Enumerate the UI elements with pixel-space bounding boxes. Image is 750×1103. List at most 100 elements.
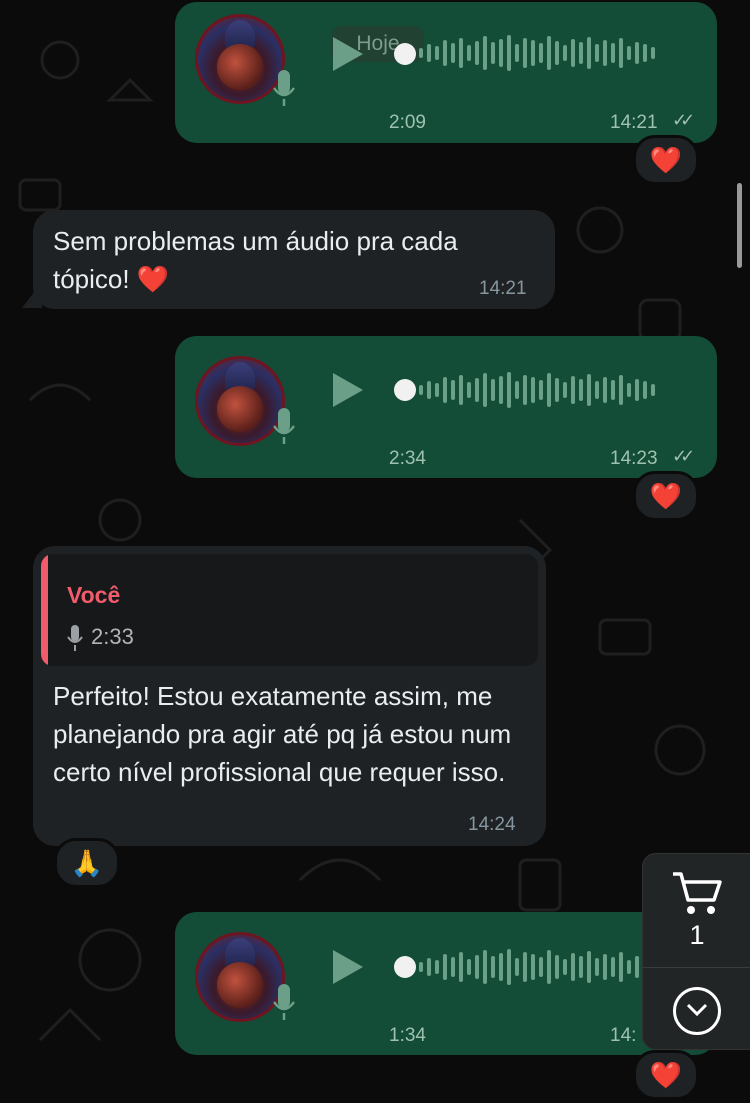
message-time: 14: [610,1025,637,1046]
waveform-bar [475,955,479,979]
waveform-bar [555,378,559,402]
waveform-bar [451,380,455,400]
voice-duration: 2:09 [389,112,426,133]
playback-scrubber[interactable] [394,43,416,65]
waveform-bar [443,954,447,980]
waveform[interactable] [419,947,655,987]
quote-duration: 2:33 [91,624,134,649]
waveform-bar [523,38,527,68]
waveform-bar [643,44,647,62]
waveform-bar [539,380,543,400]
cart-count: 1 [689,920,705,950]
waveform-bar [483,373,487,407]
waveform-bar [643,381,647,399]
microphone-icon [67,625,83,651]
waveform-bar [603,377,607,403]
waveform-bar [579,379,583,401]
waveform-bar [531,40,535,66]
playback-scrubber[interactable] [394,956,416,978]
waveform-bar [523,375,527,405]
waveform-bar [507,372,511,408]
waveform-bar [547,373,551,407]
waveform-bar [555,955,559,979]
waveform-bar [435,46,439,60]
reaction-badge[interactable]: ❤️ [633,1050,699,1100]
read-receipt-icon: ✓✓ [672,110,695,130]
waveform-bar [427,958,431,976]
waveform-bar [475,41,479,65]
waveform-bar [571,953,575,981]
waveform[interactable] [419,370,655,410]
voice-message-outgoing[interactable]: 2:34 14:23 ✓✓ [175,336,717,478]
floating-side-panel: 1 [642,853,750,1050]
waveform-bar [499,376,503,404]
waveform-bar [627,46,631,60]
waveform-bar [619,375,623,405]
waveform-bar [507,949,511,985]
waveform-bar [435,383,439,397]
quoted-message[interactable]: Você 2:33 [41,554,538,666]
waveform[interactable] [419,33,655,73]
waveform-bar [539,957,543,977]
play-button[interactable] [333,373,363,407]
waveform-bar [579,42,583,64]
waveform-bar [603,954,607,980]
scrollbar[interactable] [737,183,742,268]
waveform-bar [467,959,471,975]
waveform-bar [467,45,471,61]
read-receipt-icon: ✓✓ [672,446,695,466]
voice-message-outgoing[interactable]: 1:34 14: [175,912,717,1055]
waveform-bar [499,953,503,981]
waveform-bar [587,37,591,69]
waveform-bar [443,377,447,403]
waveform-bar [635,42,639,64]
waveform-bar [651,47,655,59]
waveform-bar [491,42,495,64]
cart-icon[interactable] [671,870,723,918]
waveform-bar [619,38,623,68]
waveform-bar [531,377,535,403]
waveform-bar [499,39,503,67]
waveform-bar [611,380,615,400]
reply-message-incoming[interactable]: Você 2:33 Perfeito! Estou exatamente ass… [33,546,546,846]
avatar [195,14,285,104]
waveform-bar [419,962,423,972]
waveform-bar [627,960,631,974]
reaction-badge[interactable]: ❤️ [633,135,699,185]
waveform-bar [651,384,655,396]
avatar [195,356,285,446]
waveform-bar [483,36,487,70]
bubble-tail [22,282,42,308]
waveform-bar [603,40,607,66]
waveform-bar [515,958,519,976]
voice-message-outgoing[interactable]: Hoje 2:09 14:21 ✓✓ [175,2,717,143]
play-button[interactable] [333,37,363,71]
play-button[interactable] [333,950,363,984]
waveform-bar [619,952,623,982]
message-time: 14:24 [468,814,516,835]
text-message-incoming[interactable]: Sem problemas um áudio pra cada tópico! … [33,210,555,309]
waveform-bar [459,375,463,405]
scroll-down-button[interactable] [673,987,721,1035]
voice-duration: 2:34 [389,448,426,469]
waveform-bar [547,950,551,984]
waveform-bar [427,381,431,399]
waveform-bar [611,43,615,63]
waveform-bar [579,956,583,978]
waveform-bar [531,954,535,980]
waveform-bar [523,952,527,982]
quote-accent-bar [41,554,48,666]
quote-author: Você [67,582,121,608]
waveform-bar [515,381,519,399]
waveform-bar [539,43,543,63]
waveform-bar [491,956,495,978]
playback-scrubber[interactable] [394,379,416,401]
reaction-badge[interactable]: ❤️ [633,471,699,521]
waveform-bar [427,44,431,62]
waveform-bar [515,44,519,62]
waveform-bar [611,957,615,977]
waveform-bar [419,385,423,395]
reaction-badge[interactable]: 🙏 [54,838,120,888]
message-text: Sem problemas um áudio pra cada tópico! … [53,226,458,294]
waveform-bar [451,957,455,977]
